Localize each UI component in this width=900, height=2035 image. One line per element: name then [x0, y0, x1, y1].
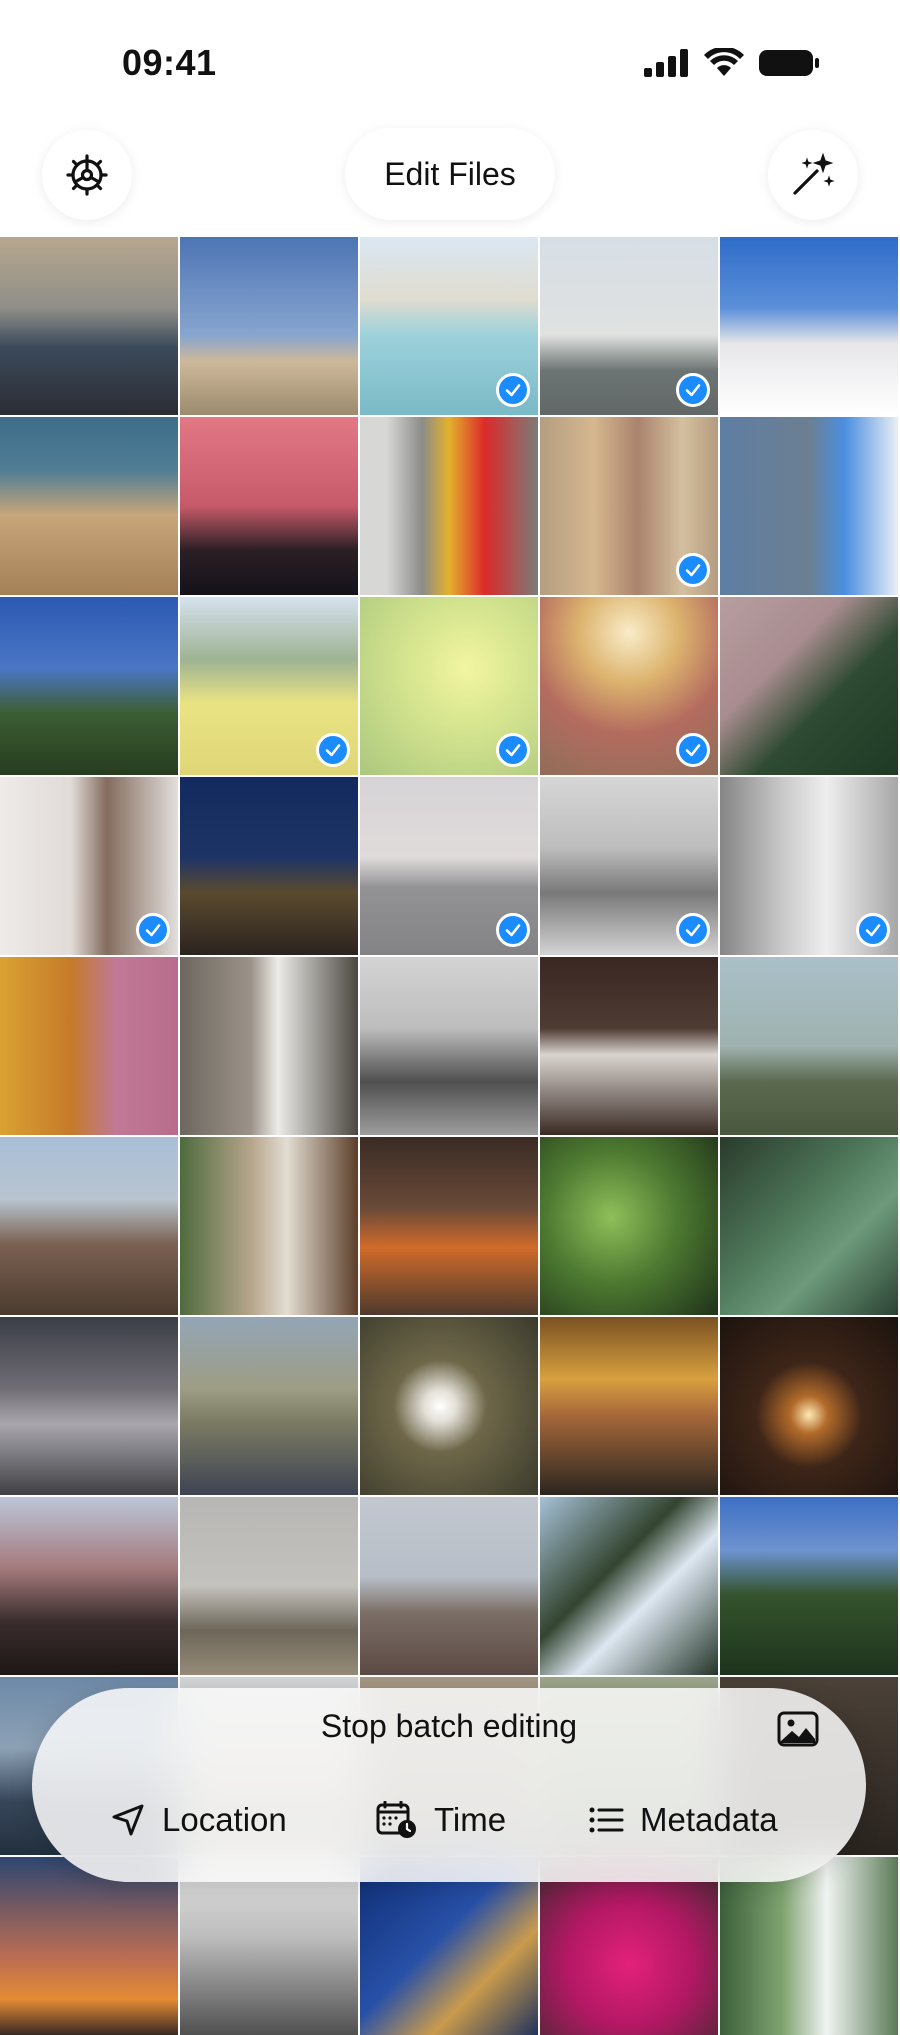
photo-tile-white-flower[interactable]: [360, 1317, 538, 1495]
photo-tile-city-night[interactable]: [180, 777, 358, 955]
battery-icon: [759, 50, 819, 76]
photo-tile-forest-mountain[interactable]: [720, 597, 898, 775]
photo-tile-tall-pines[interactable]: [0, 1497, 178, 1675]
selected-checkmark-icon: [136, 913, 170, 947]
metadata-tool-label: Metadata: [640, 1801, 778, 1838]
photo-tile-cyclist-motion[interactable]: [180, 1317, 358, 1495]
photo-tile-building-night[interactable]: [360, 1857, 538, 2035]
photo-tile-motorbike-night[interactable]: [540, 1317, 718, 1495]
photo-tile-green-sprout[interactable]: [540, 1137, 718, 1315]
selected-checkmark-icon: [496, 733, 530, 767]
settings-button[interactable]: [42, 130, 132, 220]
photo-tile-cyclists[interactable]: [540, 777, 718, 955]
photo-tile-cable-car-tower[interactable]: [180, 1497, 358, 1675]
photo-tile-lighthouse-hazy[interactable]: [540, 237, 718, 415]
stop-batch-editing-button[interactable]: Stop batch editing: [32, 1708, 866, 1745]
photo-tile-lighthouse-tower[interactable]: [720, 237, 898, 415]
photo-tile-mountain-forest[interactable]: [720, 1497, 898, 1675]
selected-checkmark-icon: [676, 913, 710, 947]
photo-tile-forest-sun[interactable]: [720, 1317, 898, 1495]
photo-tile-port-cranes[interactable]: [360, 1497, 538, 1675]
photo-tile-snowy-railing[interactable]: [540, 957, 718, 1135]
location-arrow-icon: [112, 1804, 144, 1836]
selected-checkmark-icon: [316, 733, 350, 767]
photo-tile-bare-trees[interactable]: [180, 1857, 358, 2035]
selected-checkmark-icon: [496, 373, 530, 407]
photo-icon: [777, 1711, 819, 1747]
photo-tile-highway-traffic[interactable]: [0, 1317, 178, 1495]
location-tool-label: Location: [162, 1801, 287, 1838]
magic-wand-button[interactable]: [768, 130, 858, 220]
photo-tile-fireplace[interactable]: [360, 1137, 538, 1315]
photo-tile-hill-dusk[interactable]: [360, 777, 538, 955]
wifi-icon: [704, 48, 744, 76]
selected-checkmark-icon: [676, 733, 710, 767]
cellular-signal-icon: [644, 49, 688, 77]
photo-tile-snowy-forest[interactable]: [540, 1497, 718, 1675]
photo-tile-white-dog[interactable]: [720, 777, 898, 955]
photo-tile-blossom-park[interactable]: [0, 957, 178, 1135]
photo-tile-yellow-field-hills[interactable]: [180, 597, 358, 775]
photo-tile-agave-leaves[interactable]: [720, 1137, 898, 1315]
magic-wand-icon: [793, 152, 835, 195]
photo-tile-ornate-ceiling[interactable]: [540, 597, 718, 775]
status-bar: 09:41: [0, 0, 900, 120]
metadata-tool-button[interactable]: Metadata: [588, 1792, 778, 1848]
status-icons: [644, 48, 820, 78]
photo-tile-lighthouse-building[interactable]: [180, 237, 358, 415]
list-icon: [589, 1807, 624, 1833]
photo-tile-street-bw[interactable]: [360, 957, 538, 1135]
selected-checkmark-icon: [496, 913, 530, 947]
photo-tile-rocky-shore[interactable]: [0, 417, 178, 595]
photo-tile-dachshund[interactable]: [0, 777, 178, 955]
photo-tile-panda-statue[interactable]: [180, 957, 358, 1135]
location-tool-button[interactable]: Location: [110, 1792, 287, 1848]
photo-tile-sports-cars[interactable]: [360, 417, 538, 595]
time-tool-label: Time: [434, 1801, 507, 1838]
selected-checkmark-icon: [676, 373, 710, 407]
selected-checkmark-icon: [676, 553, 710, 587]
batch-edit-panel: Stop batch editing Location Time Metadat…: [32, 1688, 866, 1882]
calendar-clock-icon: [376, 1801, 416, 1838]
photo-tile-window-seat[interactable]: [180, 1137, 358, 1315]
photo-tile-pine-tree-sky[interactable]: [0, 597, 178, 775]
page-title: Edit Files: [345, 128, 555, 220]
photo-tile-almond-blossom[interactable]: [0, 1137, 178, 1315]
photo-tile-cliffs-turquoise-bay[interactable]: [360, 237, 538, 415]
photo-tile-yellow-flowers[interactable]: [360, 597, 538, 775]
header: Edit Files: [0, 120, 900, 237]
photo-tile-sea-dusk[interactable]: [0, 237, 178, 415]
photo-tile-pink-flowers[interactable]: [540, 1857, 718, 2035]
photo-tile-waterfall[interactable]: [720, 1857, 898, 2035]
gear-icon: [66, 154, 108, 196]
gallery-button[interactable]: [774, 1708, 822, 1750]
selected-checkmark-icon: [856, 913, 890, 947]
photo-tile-sunset-orange[interactable]: [0, 1857, 178, 2035]
time-tool-button[interactable]: Time: [376, 1792, 506, 1848]
status-time: 09:41: [122, 42, 217, 83]
photo-tile-torre-glories[interactable]: [720, 417, 898, 595]
photo-tile-pink-sunset-silhouette[interactable]: [180, 417, 358, 595]
photo-tile-library-books[interactable]: [540, 417, 718, 595]
photo-tile-raindrops-window[interactable]: [720, 957, 898, 1135]
